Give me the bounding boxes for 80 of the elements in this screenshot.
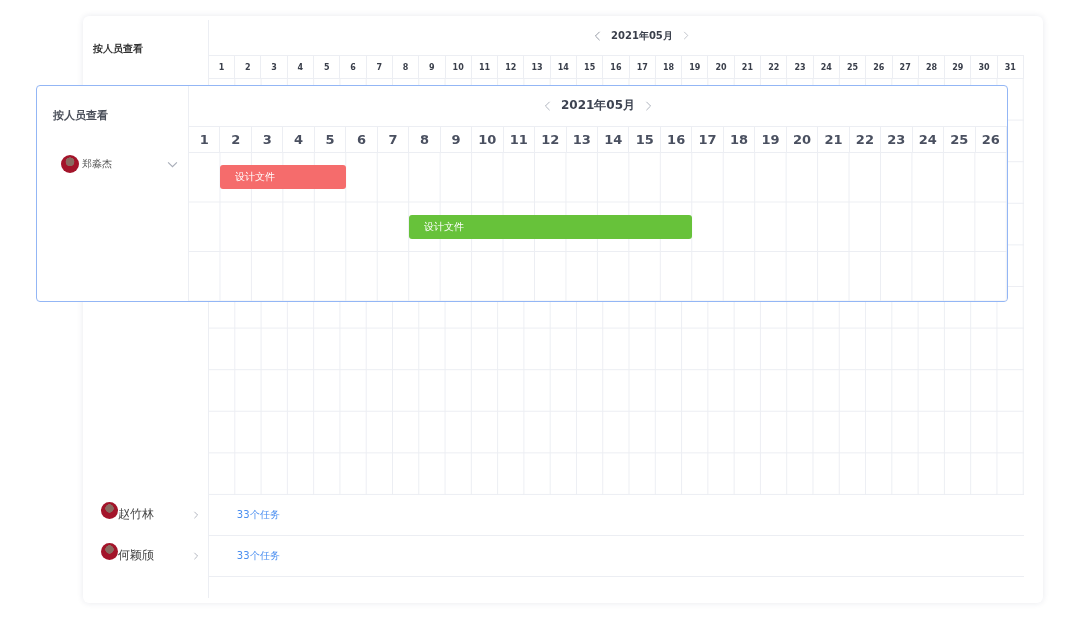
day-number: 13 (566, 126, 598, 153)
day-number: 6 (340, 56, 367, 79)
day-number: 1 (189, 126, 221, 153)
task-count-link[interactable]: 33个任务 (236, 549, 280, 563)
day-number: 5 (314, 56, 341, 79)
day-number: 15 (629, 126, 661, 153)
chevron-right-icon[interactable] (191, 551, 200, 560)
month-label: 2021年05月 (611, 28, 673, 43)
previous-month-icon[interactable] (594, 30, 602, 41)
day-number: 29 (945, 56, 972, 79)
day-number: 27 (892, 56, 919, 79)
day-number: 4 (287, 56, 315, 79)
day-number: 9 (419, 56, 446, 79)
day-number: 22 (849, 126, 882, 153)
day-number: 19 (682, 56, 709, 79)
day-number: 31 (997, 56, 1024, 79)
person-row[interactable]: 何颖颀 (83, 535, 208, 576)
day-number: 21 (818, 126, 850, 153)
day-number: 19 (755, 126, 787, 153)
person-row[interactable]: 郑淼杰 (37, 144, 188, 184)
person-name: 郑淼杰 (82, 157, 112, 171)
day-number: 6 (346, 126, 378, 153)
day-number: 2 (235, 56, 262, 79)
day-number: 30 (971, 56, 998, 79)
day-number: 17 (629, 56, 656, 79)
day-number: 7 (366, 56, 393, 79)
next-month-icon[interactable] (645, 100, 653, 111)
person-row[interactable]: 赵竹林 (83, 494, 208, 535)
avatar-icon (61, 155, 79, 173)
day-number: 18 (655, 56, 683, 79)
day-number: 21 (734, 56, 762, 79)
person-name: 何颖颀 (118, 547, 154, 564)
day-number: 24 (813, 56, 840, 79)
day-number: 12 (535, 126, 567, 153)
day-number: 8 (392, 56, 420, 79)
day-number: 16 (660, 126, 693, 153)
day-number: 25 (839, 56, 867, 79)
day-number: 8 (409, 126, 441, 153)
day-number: 4 (283, 126, 315, 153)
next-month-icon[interactable] (682, 31, 689, 40)
task-bar[interactable]: 设计文件 (409, 214, 693, 239)
day-number: 7 (377, 126, 410, 153)
day-number: 11 (471, 56, 499, 79)
day-number: 22 (761, 56, 788, 79)
avatar-icon (101, 543, 118, 560)
view-title: 按人员查看 (53, 107, 108, 123)
day-number: 20 (786, 126, 819, 153)
day-number: 13 (524, 56, 551, 79)
day-number: 20 (708, 56, 735, 79)
day-number: 9 (440, 126, 473, 153)
day-number: 14 (550, 56, 577, 79)
person-name: 赵竹林 (118, 506, 154, 523)
day-number: 28 (918, 56, 946, 79)
day-number: 11 (503, 126, 536, 153)
view-title: 按人员查看 (93, 42, 143, 56)
day-number: 14 (598, 126, 630, 153)
day-number: 26 (866, 56, 893, 79)
day-number: 2 (220, 126, 252, 153)
day-number: 1 (208, 56, 236, 79)
task-bar[interactable]: 设计文件 (220, 165, 347, 190)
day-number: 24 (912, 126, 945, 153)
day-number: 25 (944, 126, 976, 153)
day-number: 3 (261, 56, 288, 79)
task-count-link[interactable]: 33个任务 (236, 508, 280, 522)
day-number: 26 (975, 126, 1007, 153)
day-number: 18 (723, 126, 756, 153)
day-number: 15 (577, 56, 604, 79)
day-number: 12 (498, 56, 525, 79)
month-label: 2021年05月 (560, 97, 636, 115)
day-number: 23 (787, 56, 814, 79)
day-number: 16 (603, 56, 630, 79)
day-number: 10 (445, 56, 472, 79)
chevron-right-icon[interactable] (191, 510, 200, 519)
avatar-icon (101, 502, 118, 519)
day-number: 17 (692, 126, 724, 153)
day-number: 23 (881, 126, 913, 153)
previous-month-icon[interactable] (543, 100, 551, 111)
day-number: 3 (251, 126, 284, 153)
day-number: 5 (314, 126, 347, 153)
day-number: 10 (472, 126, 504, 153)
